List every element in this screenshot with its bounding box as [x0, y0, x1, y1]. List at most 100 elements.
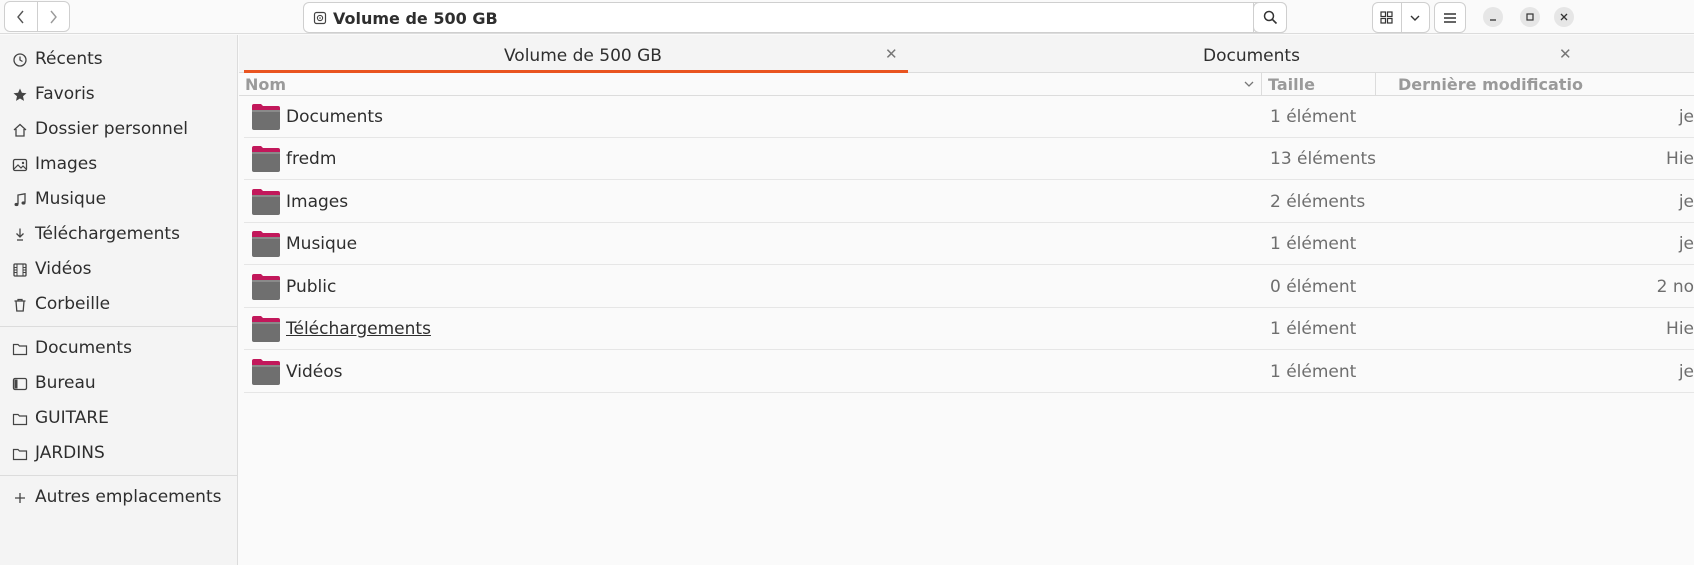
file-row[interactable]: Téléchargements 1 élément Hie [244, 308, 1694, 350]
trash-icon [14, 298, 26, 312]
chevron-down-icon [1410, 15, 1420, 21]
file-size: 1 élément [1270, 234, 1357, 254]
column-header: Nom Taille Dernière modificatio [239, 73, 1694, 96]
sidebar-item-home[interactable]: Dossier personnel [0, 112, 238, 147]
sidebar-item-label: Vidéos [35, 259, 92, 279]
column-modified[interactable]: Dernière modificatio [1398, 75, 1583, 94]
image-icon [12, 158, 28, 172]
sidebar-item-label: Bureau [35, 373, 96, 393]
hamburger-icon [1444, 12, 1456, 23]
file-row[interactable]: fredm 13 éléments Hie [244, 138, 1694, 180]
sidebar-item-label: Favoris [35, 84, 95, 104]
main-menu-button[interactable] [1434, 2, 1466, 33]
folder-icon [252, 231, 280, 257]
tab-bar: Volume de 500 GB ✕ Documents ✕ [239, 35, 1694, 73]
sidebar-item-recents[interactable]: Récents [0, 42, 238, 77]
minimize-button[interactable] [1483, 7, 1503, 27]
file-row[interactable]: Vidéos 1 élément je [244, 351, 1694, 393]
star-icon [13, 88, 27, 101]
sidebar: Récents Favoris Dossier personnel Images… [0, 35, 238, 565]
path-label[interactable]: Volume de 500 GB [333, 9, 498, 28]
close-button[interactable] [1554, 7, 1574, 27]
folder-icon [12, 448, 28, 461]
file-row[interactable]: Public 0 élément 2 no [244, 266, 1694, 308]
file-modified: je [1678, 107, 1694, 127]
sidebar-item-label: Téléchargements [35, 224, 180, 244]
sidebar-item-label: Dossier personnel [35, 119, 189, 139]
file-size: 13 éléments [1270, 149, 1376, 169]
sidebar-item-label: Documents [35, 338, 132, 358]
file-modified: je [1678, 362, 1694, 382]
tab-documents[interactable]: Documents ✕ [909, 35, 1694, 73]
file-name: Public [286, 277, 337, 297]
close-tab-icon[interactable]: ✕ [885, 45, 898, 63]
sidebar-bookmark-jardins[interactable]: JARDINS [0, 436, 238, 471]
sidebar-item-label: JARDINS [35, 443, 105, 463]
sidebar-bookmark-guitare[interactable]: GUITARE [0, 401, 238, 436]
search-icon [1263, 10, 1277, 25]
file-name: Documents [286, 107, 383, 127]
tab-label: Documents [1203, 46, 1300, 66]
folder-icon [252, 359, 280, 385]
sort-chevron-icon[interactable] [1243, 79, 1255, 89]
sidebar-item-telechargements[interactable]: Téléchargements [0, 217, 238, 252]
folder-icon [252, 146, 280, 172]
folder-icon [12, 413, 28, 426]
column-separator [1261, 73, 1262, 96]
download-icon [16, 228, 24, 241]
plus-icon [15, 493, 25, 503]
file-size: 1 élément [1270, 362, 1357, 382]
file-name: Images [286, 192, 349, 212]
sidebar-item-musique[interactable]: Musique [0, 182, 238, 217]
sidebar-item-label: Musique [35, 189, 107, 209]
search-button[interactable] [1253, 2, 1287, 33]
sidebar-separator [0, 475, 238, 476]
sidebar-item-corbeille[interactable]: Corbeille [0, 287, 238, 322]
file-row[interactable]: Documents 1 élément je [244, 96, 1694, 138]
sidebar-item-favoris[interactable]: Favoris [0, 77, 238, 112]
sidebar-item-label: Autres emplacements [35, 487, 222, 507]
folder-icon [252, 274, 280, 300]
grid-icon [1380, 11, 1393, 24]
maximize-button[interactable] [1520, 7, 1540, 27]
file-modified: Hie [1666, 319, 1694, 339]
back-button[interactable] [5, 2, 37, 31]
file-name: Musique [286, 234, 358, 254]
file-modified: 2 no [1656, 277, 1694, 297]
film-icon [13, 263, 27, 277]
file-size: 0 élément [1270, 277, 1357, 297]
file-name: Vidéos [286, 362, 343, 382]
view-options-button[interactable] [1400, 3, 1430, 32]
file-modified: je [1678, 234, 1694, 254]
minimize-icon [1490, 19, 1496, 21]
folder-icon [252, 316, 280, 342]
sidebar-bookmark-bureau[interactable]: Bureau [0, 366, 238, 401]
desktop-icon [12, 377, 28, 391]
drive-icon [313, 11, 327, 25]
grid-view-button[interactable] [1373, 3, 1401, 32]
sidebar-item-label: Récents [35, 49, 103, 69]
music-icon [14, 193, 26, 207]
sidebar-other-locations[interactable]: Autres emplacements [0, 480, 238, 515]
close-tab-icon[interactable]: ✕ [1559, 45, 1572, 63]
file-row[interactable]: Images 2 éléments je [244, 181, 1694, 223]
forward-button[interactable] [36, 2, 70, 31]
sidebar-item-label: GUITARE [35, 408, 109, 428]
file-modified: je [1678, 192, 1694, 212]
path-bar[interactable]: Volume de 500 GB [303, 2, 1287, 33]
sidebar-item-label: Images [35, 154, 98, 174]
sidebar-item-label: Corbeille [35, 294, 111, 314]
tab-label: Volume de 500 GB [504, 46, 662, 66]
sidebar-bookmark-documents[interactable]: Documents [0, 331, 238, 366]
sidebar-item-videos[interactable]: Vidéos [0, 252, 238, 287]
column-size[interactable]: Taille [1268, 75, 1315, 94]
sidebar-item-images[interactable]: Images [0, 147, 238, 182]
column-name[interactable]: Nom [245, 75, 286, 94]
folder-icon [12, 343, 28, 356]
file-size: 1 élément [1270, 107, 1357, 127]
file-modified: Hie [1666, 149, 1694, 169]
tab-volume[interactable]: Volume de 500 GB ✕ [239, 35, 909, 73]
file-name: Téléchargements [286, 319, 431, 339]
file-row[interactable]: Musique 1 élément je [244, 223, 1694, 265]
home-icon [13, 123, 27, 137]
